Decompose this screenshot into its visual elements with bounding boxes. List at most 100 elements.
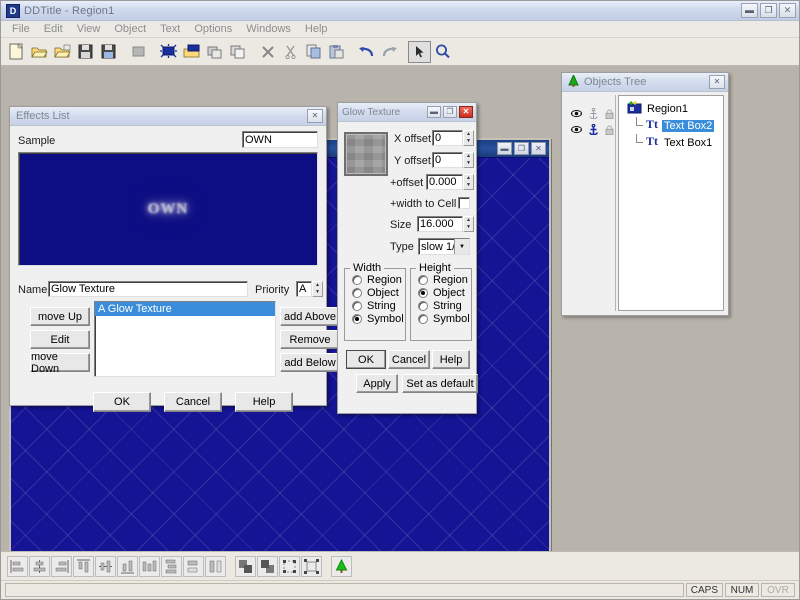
align-left-icon[interactable] <box>7 555 28 577</box>
menu-text[interactable]: Text <box>153 22 187 36</box>
chevron-down-icon[interactable]: ▼ <box>454 239 469 254</box>
open-folder-alt-icon[interactable] <box>51 40 74 63</box>
tree-node-textbox1[interactable]: Tt Text Box1 <box>621 134 721 151</box>
list-item[interactable]: A Glow Texture <box>95 302 275 316</box>
bring-front-icon[interactable] <box>235 555 256 577</box>
select-arrow-icon[interactable] <box>408 40 431 63</box>
edit-button[interactable]: Edit <box>30 330 90 349</box>
effects-ok-button[interactable]: OK <box>93 392 151 412</box>
set-as-default-button[interactable]: Set as default <box>402 374 478 393</box>
region-minimize-button[interactable]: ▬ <box>497 142 512 155</box>
glow-help-button[interactable]: Help <box>432 350 470 369</box>
remove-button[interactable]: Remove <box>280 330 340 349</box>
minimize-button[interactable]: ▬ <box>741 3 758 18</box>
menu-view[interactable]: View <box>70 22 108 36</box>
stop-square-icon[interactable] <box>127 40 150 63</box>
size-spinner[interactable]: ▲ ▼ <box>463 216 474 232</box>
x-offset-spinner[interactable]: ▲ ▼ <box>463 130 474 146</box>
tree-node-region1[interactable]: Region1 <box>621 100 721 117</box>
redo-arrow-icon[interactable] <box>378 40 401 63</box>
tree-node-textbox2[interactable]: Tt Text Box2 <box>621 117 721 134</box>
effects-cancel-button[interactable]: Cancel <box>164 392 222 412</box>
eye-icon[interactable] <box>571 109 582 121</box>
menu-file[interactable]: File <box>5 22 37 36</box>
height-option-object[interactable]: Object <box>418 287 471 299</box>
effects-close-button[interactable]: ✕ <box>307 109 323 123</box>
menu-edit[interactable]: Edit <box>37 22 70 36</box>
undo-arrow-icon[interactable] <box>355 40 378 63</box>
copy-region-icon[interactable] <box>203 40 226 63</box>
plus-offset-input[interactable]: 0.000 <box>426 174 463 190</box>
sample-value-input[interactable]: OWN <box>242 131 318 148</box>
priority-spinner[interactable]: ▲ ▼ <box>312 281 323 297</box>
height-option-symbol[interactable]: Symbol <box>418 313 471 325</box>
zoom-magnifier-icon[interactable] <box>431 40 454 63</box>
height-option-string[interactable]: String <box>418 300 471 312</box>
align-center-h-icon[interactable] <box>29 555 50 577</box>
eye-icon[interactable] <box>571 125 582 137</box>
same-width-icon[interactable] <box>183 555 204 577</box>
close-button[interactable]: ✕ <box>779 3 796 18</box>
objects-tree-close-button[interactable]: ✕ <box>709 75 725 89</box>
move-up-button[interactable]: move Up <box>30 307 90 326</box>
width-option-symbol[interactable]: Symbol <box>352 313 405 325</box>
open-region-icon[interactable] <box>180 40 203 63</box>
add-below-button[interactable]: add Below <box>280 353 340 372</box>
align-middle-v-icon[interactable] <box>95 555 116 577</box>
open-folder-icon[interactable] <box>28 40 51 63</box>
lock-icon[interactable] <box>605 108 614 122</box>
cut-scissors-icon[interactable] <box>279 40 302 63</box>
copy-icon[interactable] <box>302 40 325 63</box>
new-file-icon[interactable] <box>5 40 28 63</box>
effects-listbox[interactable]: A Glow Texture <box>94 301 276 377</box>
save-disk-icon[interactable] <box>74 40 97 63</box>
width-option-string[interactable]: String <box>352 300 405 312</box>
size-input[interactable]: 16.000 <box>417 216 463 232</box>
maximize-button[interactable]: ❐ <box>760 3 777 18</box>
x-offset-input[interactable]: 0 <box>432 130 463 146</box>
width-to-cell-checkbox[interactable] <box>458 197 470 209</box>
anchor-icon[interactable] <box>589 107 598 122</box>
align-top-icon[interactable] <box>73 555 94 577</box>
same-height-icon[interactable] <box>205 555 226 577</box>
glow-close-button[interactable]: ✕ <box>459 106 473 118</box>
glow-apply-button[interactable]: Apply <box>356 374 398 393</box>
name-input[interactable]: Glow Texture <box>48 281 248 297</box>
align-bottom-icon[interactable] <box>117 555 138 577</box>
glow-ok-button[interactable]: OK <box>346 350 386 369</box>
distribute-h-icon[interactable] <box>139 555 160 577</box>
region-maximize-button[interactable]: ❐ <box>514 142 529 155</box>
menu-options[interactable]: Options <box>187 22 239 36</box>
save-all-disk-icon[interactable] <box>97 40 120 63</box>
delete-x-icon[interactable] <box>256 40 279 63</box>
priority-input[interactable]: A <box>296 281 312 297</box>
type-combo[interactable]: slow 1/.. ▼ <box>418 238 470 255</box>
copy-page-icon[interactable] <box>226 40 249 63</box>
render-region-icon[interactable] <box>157 40 180 63</box>
anchor-icon[interactable] <box>589 123 598 138</box>
menu-windows[interactable]: Windows <box>239 22 298 36</box>
objects-tree-toggle-icon[interactable] <box>331 555 352 577</box>
effects-help-button[interactable]: Help <box>235 392 293 412</box>
y-offset-spinner[interactable]: ▲ ▼ <box>463 152 474 168</box>
paste-icon[interactable] <box>325 40 348 63</box>
glow-maximize-button[interactable]: ❐ <box>443 106 457 118</box>
align-right-icon[interactable] <box>51 555 72 577</box>
distribute-v-icon[interactable] <box>161 555 182 577</box>
lock-icon[interactable] <box>605 124 614 138</box>
texture-swatch[interactable] <box>344 132 388 176</box>
ungroup-icon[interactable] <box>301 555 322 577</box>
menu-object[interactable]: Object <box>107 22 153 36</box>
region-close-button[interactable]: ✕ <box>531 142 546 155</box>
width-option-region[interactable]: Region <box>352 274 405 286</box>
height-option-region[interactable]: Region <box>418 274 471 286</box>
add-above-button[interactable]: add Above <box>280 307 340 326</box>
send-back-icon[interactable] <box>257 555 278 577</box>
y-offset-input[interactable]: 0 <box>432 152 463 168</box>
width-option-object[interactable]: Object <box>352 287 405 299</box>
group-icon[interactable] <box>279 555 300 577</box>
plus-offset-spinner[interactable]: ▲ ▼ <box>463 174 474 190</box>
glow-cancel-button[interactable]: Cancel <box>388 350 430 369</box>
glow-minimize-button[interactable]: ▬ <box>427 106 441 118</box>
menu-help[interactable]: Help <box>298 22 335 36</box>
